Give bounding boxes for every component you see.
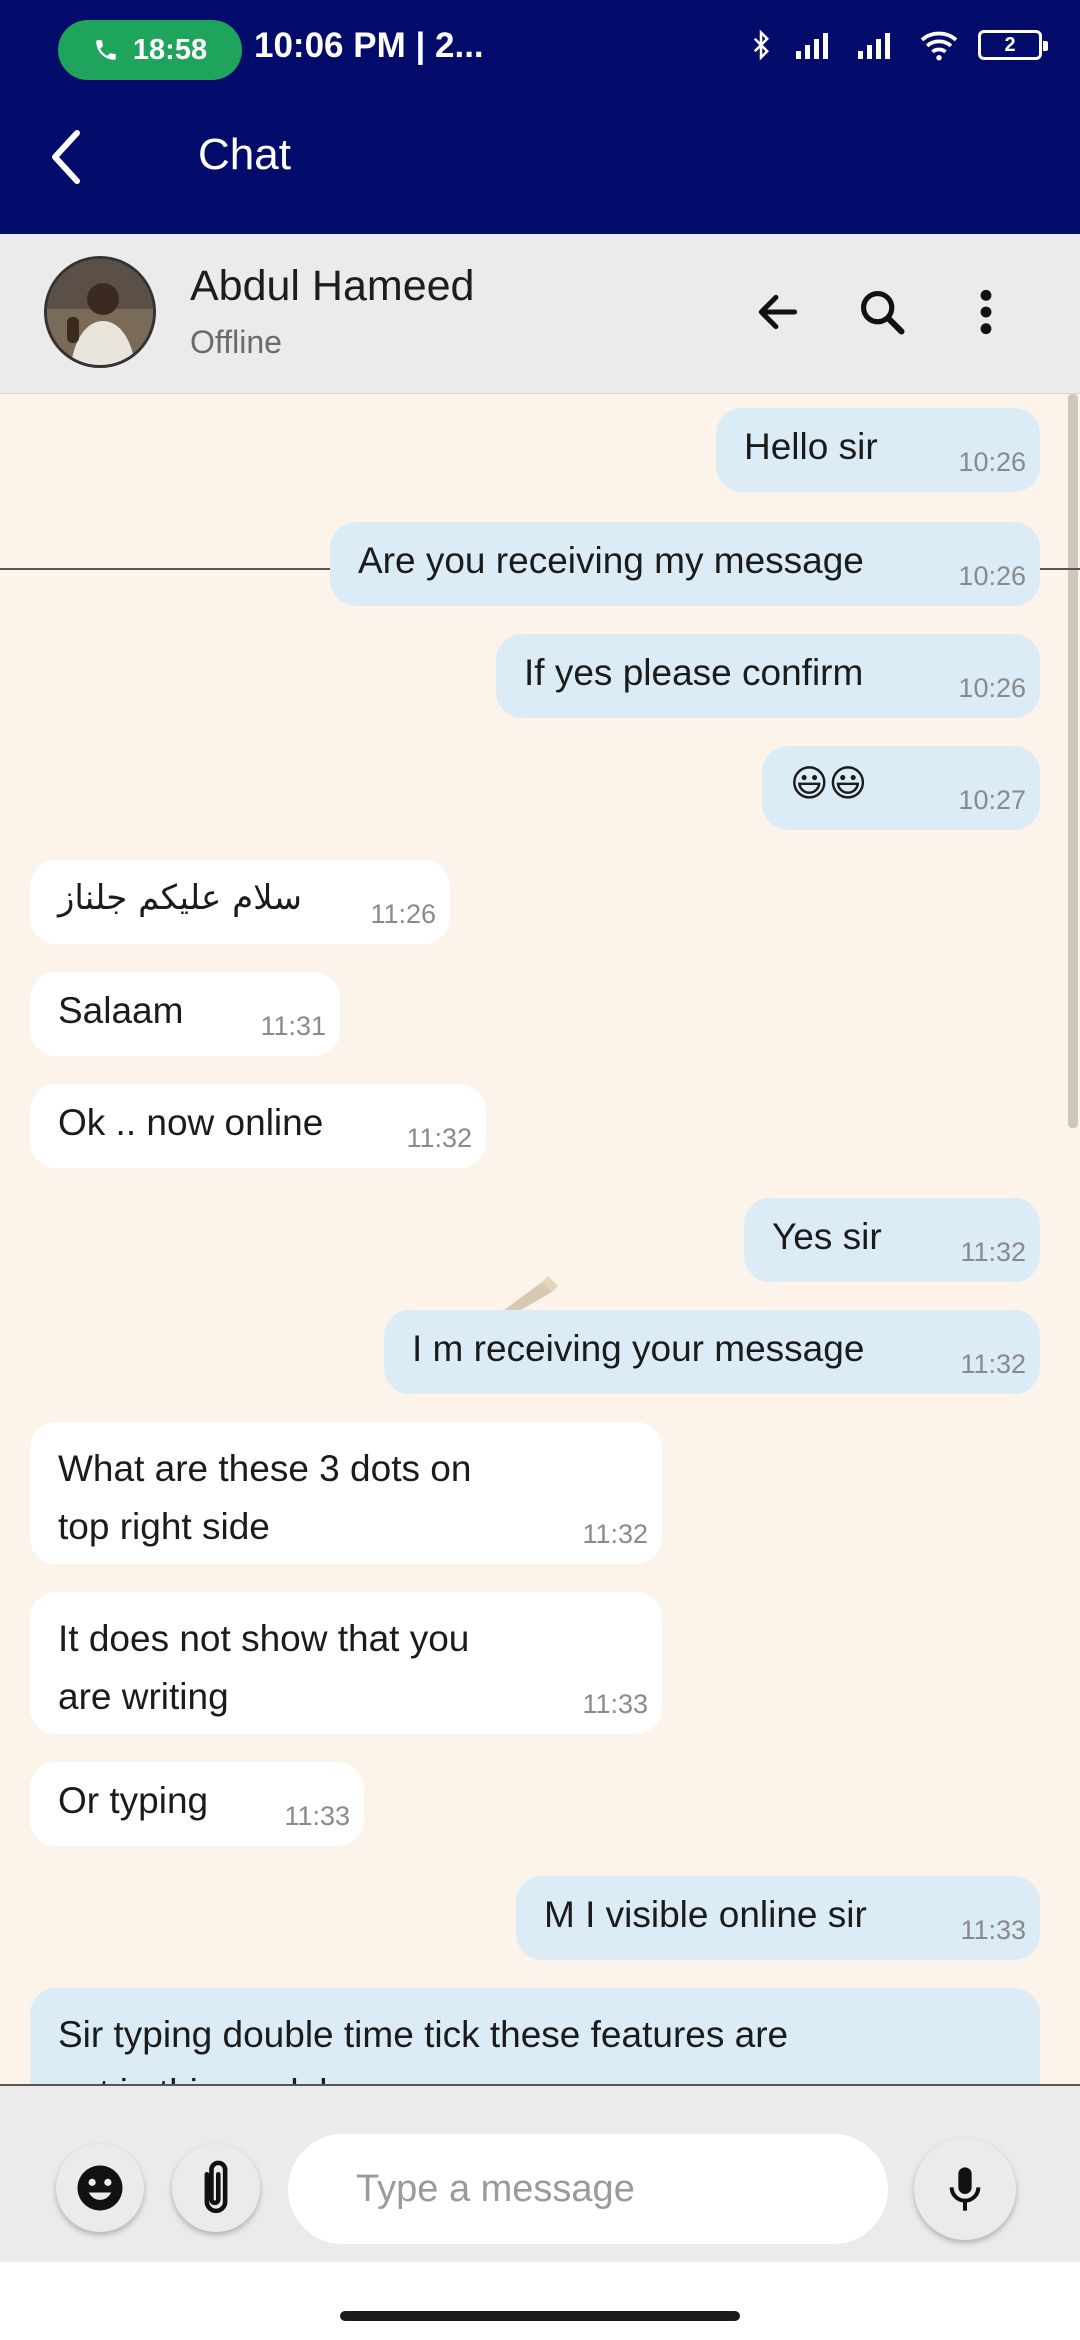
signal-icon xyxy=(796,33,828,59)
wifi-icon xyxy=(920,31,958,61)
paperclip-icon xyxy=(204,2160,228,2214)
message-bubble[interactable]: Are you receiving my message 10:26 xyxy=(330,522,1040,606)
app-bar: Chat xyxy=(0,100,1080,234)
avatar[interactable] xyxy=(44,256,156,368)
message-bubble[interactable]: Sir typing double time tick these featur… xyxy=(30,1988,1040,2086)
search-icon xyxy=(860,290,905,335)
more-options-button[interactable] xyxy=(950,276,1022,348)
status-icons: 2 xyxy=(746,28,1048,62)
page-title: Chat xyxy=(198,130,291,179)
message-time: 11:33 xyxy=(960,1915,1026,1945)
status-time: 10:06 PM | 2... xyxy=(254,26,484,65)
home-indicator[interactable] xyxy=(340,2311,740,2321)
mic-button[interactable] xyxy=(914,2138,1016,2240)
avatar-photo xyxy=(47,259,153,365)
message-bubble[interactable]: What are these 3 dots on top right side … xyxy=(30,1422,662,1564)
input-bar-spacer xyxy=(0,2086,1080,2108)
attach-button[interactable] xyxy=(172,2144,260,2232)
message-bubble[interactable]: I m receiving your message 11:32 xyxy=(384,1310,1040,1394)
message-time: 11:31 xyxy=(260,1011,326,1041)
message-bubble[interactable]: سلام علیکم جلناز 11:26 xyxy=(30,860,450,944)
message-bubble[interactable]: Hello sir 10:26 xyxy=(716,408,1040,492)
ongoing-call-pill[interactable]: 18:58 xyxy=(58,20,242,80)
message-bubble[interactable]: M I visible online sir 11:33 xyxy=(516,1876,1040,1960)
message-time: 10:27 xyxy=(958,785,1026,815)
message-bubble[interactable]: If yes please confirm 10:26 xyxy=(496,634,1040,718)
status-bar: 18:58 10:06 PM | 2... 2 xyxy=(0,0,1080,100)
message-bubble[interactable]: Ok .. now online 11:32 xyxy=(30,1084,486,1168)
search-button[interactable] xyxy=(846,276,918,348)
message-bubble[interactable]: Salaam 11:31 xyxy=(30,972,340,1056)
message-time: 11:33 xyxy=(582,1689,648,1719)
scrollbar[interactable] xyxy=(1068,394,1078,1128)
battery-icon: 2 xyxy=(978,30,1048,60)
message-bubble[interactable]: It does not show that you are writing 11… xyxy=(30,1592,662,1734)
emoji-icon xyxy=(77,2165,123,2211)
message-list[interactable]: Hello sir 10:26 Are you receiving my mes… xyxy=(0,394,1080,2086)
signal-icon-2 xyxy=(858,33,890,59)
chevron-left-icon xyxy=(52,130,80,184)
back-button[interactable] xyxy=(30,122,100,192)
contact-header: Abdul Hameed Offline xyxy=(0,234,1080,394)
message-bubble[interactable]: Yes sir 11:32 xyxy=(744,1198,1040,1282)
composer-bar xyxy=(0,2108,1080,2262)
emoji-button[interactable] xyxy=(56,2144,144,2232)
phone-icon xyxy=(96,40,116,60)
mic-icon xyxy=(949,2167,981,2211)
contact-name: Abdul Hameed xyxy=(190,262,475,310)
message-time: 11:32 xyxy=(406,1123,472,1153)
message-time: 11:32 xyxy=(960,1349,1026,1379)
message-time: 10:26 xyxy=(958,673,1026,703)
message-bubble[interactable]: 😃😃 10:27 xyxy=(762,746,1040,830)
message-time: 11:32 xyxy=(582,1519,648,1549)
message-time: 10:26 xyxy=(958,561,1026,591)
message-time: 11:26 xyxy=(370,899,436,929)
arrow-back-button[interactable] xyxy=(742,276,814,348)
call-timer: 18:58 xyxy=(132,33,208,66)
message-bubble[interactable]: Or typing 11:33 xyxy=(30,1762,364,1846)
message-time: 11:33 xyxy=(284,1801,350,1831)
message-time: 11:32 xyxy=(960,1237,1026,1267)
arrow-left-icon xyxy=(758,294,798,330)
contact-status: Offline xyxy=(190,324,282,360)
message-time: 10:26 xyxy=(958,447,1026,477)
bluetooth-icon xyxy=(753,29,770,61)
more-vert-icon xyxy=(980,289,992,335)
message-input[interactable] xyxy=(288,2134,888,2244)
